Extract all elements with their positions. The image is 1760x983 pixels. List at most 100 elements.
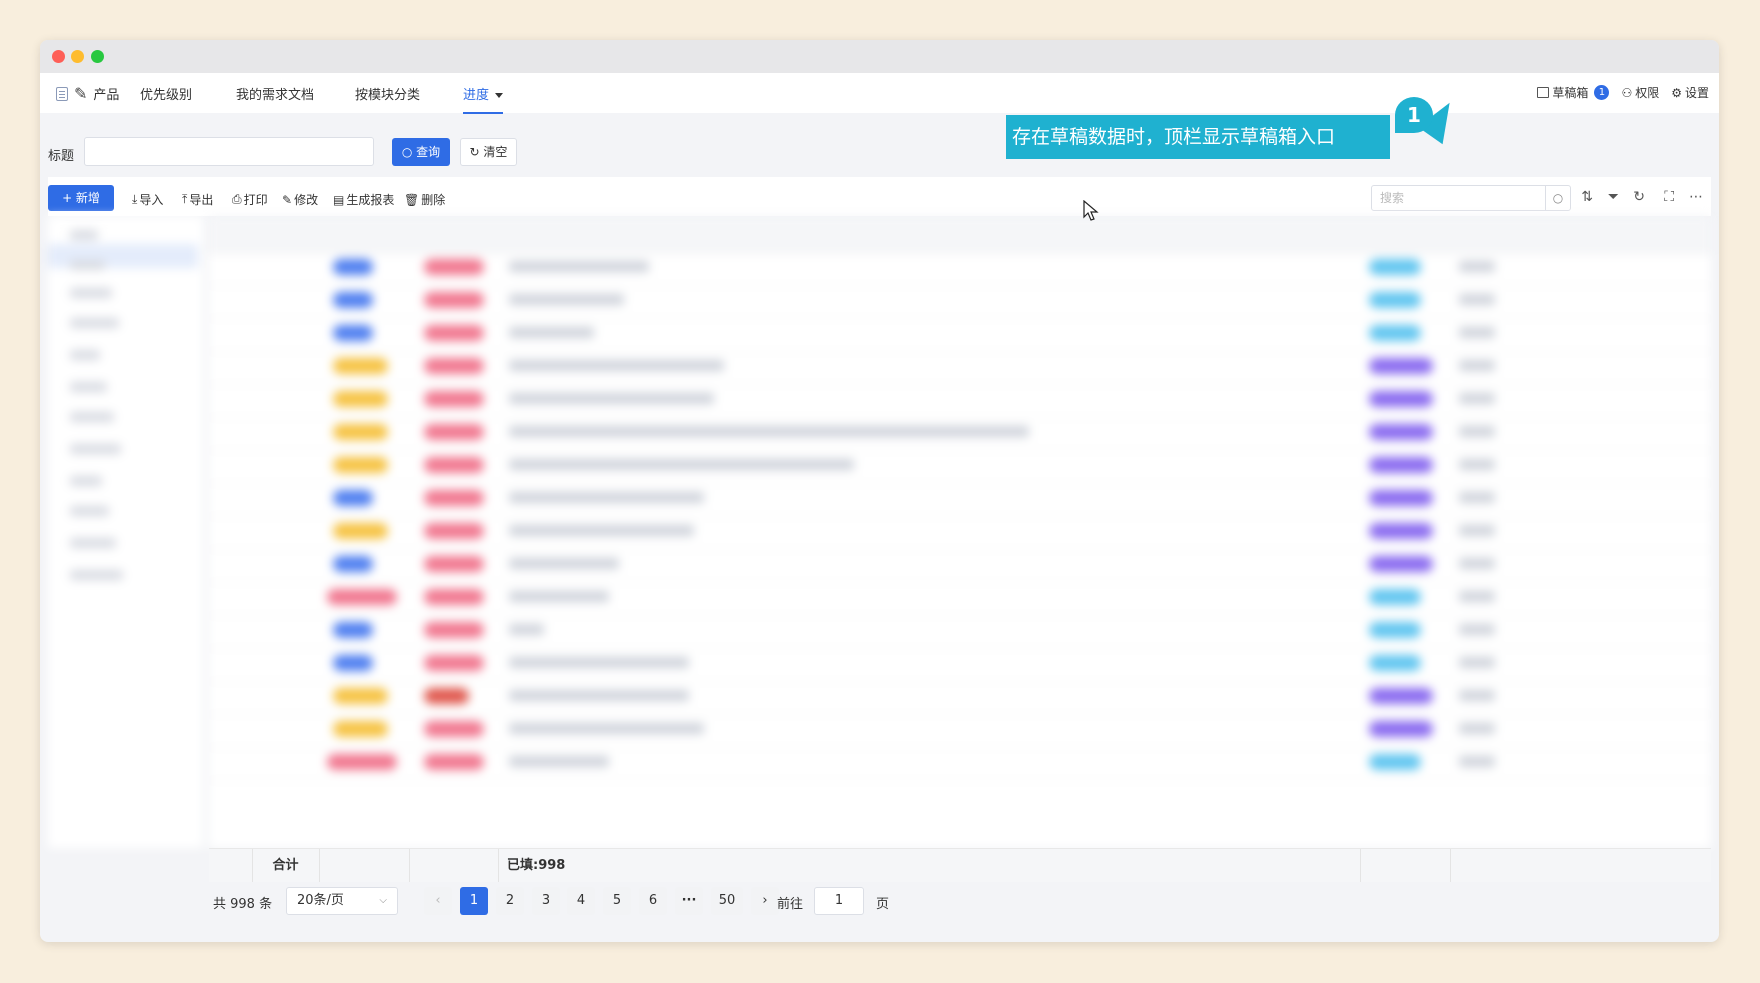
- close-window-button[interactable]: [52, 50, 65, 63]
- progress-pill: [1369, 556, 1433, 572]
- permissions-link[interactable]: ⚇ 权限: [1621, 84, 1659, 101]
- status-pill: [333, 655, 373, 671]
- sidebar-item[interactable]: [70, 444, 121, 454]
- page-3[interactable]: 3: [532, 887, 560, 915]
- row-title: [509, 591, 609, 602]
- tab-priority[interactable]: 优先级别: [140, 84, 192, 103]
- totals-cell: [1361, 849, 1451, 882]
- more-icon[interactable]: ⋯: [1689, 189, 1703, 205]
- row-value: [1459, 426, 1495, 437]
- priority-pill: [424, 325, 484, 341]
- trash-icon: 🗑: [404, 192, 420, 207]
- tab-my-docs[interactable]: 我的需求文档: [236, 84, 314, 103]
- search-placeholder: 搜索: [1380, 191, 1405, 205]
- minimize-window-button[interactable]: [71, 50, 84, 63]
- download-icon: ⤓: [132, 192, 138, 206]
- row-title: [509, 261, 649, 272]
- filter-icon[interactable]: ⏷: [1608, 189, 1619, 205]
- fullscreen-icon[interactable]: ⛶: [1664, 189, 1674, 205]
- priority-pill: [424, 754, 484, 770]
- search-icon[interactable]: ○: [1545, 186, 1570, 210]
- clear-button[interactable]: ↻ 清空: [460, 138, 517, 166]
- sidebar-item[interactable]: [70, 412, 114, 422]
- progress-pill: [1369, 358, 1433, 374]
- drafts-entry[interactable]: 草稿箱 1: [1537, 84, 1610, 101]
- page-50[interactable]: 50: [711, 887, 743, 915]
- column-width-icon[interactable]: ⇅: [1581, 189, 1593, 205]
- brand-label: 产品: [93, 88, 120, 103]
- page-5[interactable]: 5: [603, 887, 631, 915]
- sidebar-item[interactable]: [70, 260, 105, 270]
- category-sidebar: [48, 216, 203, 848]
- row-value: [1459, 558, 1495, 569]
- row-title: [509, 624, 544, 635]
- sidebar-item[interactable]: [70, 288, 112, 298]
- row-value: [1459, 261, 1495, 272]
- upload-icon: ⤒: [182, 192, 188, 206]
- sidebar-item[interactable]: [70, 570, 123, 580]
- next-page-button[interactable]: ›: [751, 887, 779, 915]
- status-pill: [333, 523, 388, 539]
- report-button[interactable]: ▤ 生成报表: [333, 191, 394, 208]
- refresh-icon[interactable]: ↻: [1633, 189, 1645, 205]
- delete-label: 删除: [421, 193, 446, 207]
- sidebar-item[interactable]: [70, 230, 98, 240]
- add-button[interactable]: + 新增: [48, 185, 114, 211]
- page-6[interactable]: 6: [639, 887, 667, 915]
- row-title: [509, 690, 689, 701]
- data-table: [209, 216, 1711, 848]
- sidebar-item[interactable]: [70, 382, 107, 392]
- row-value: [1459, 690, 1495, 701]
- goto-page-input[interactable]: 1: [814, 887, 864, 915]
- tab-by-module[interactable]: 按模块分类: [355, 84, 420, 103]
- progress-pill: [1369, 655, 1421, 671]
- progress-pill: [1369, 622, 1421, 638]
- export-button[interactable]: ⤒ 导出: [182, 191, 213, 208]
- user-key-icon: ⚇: [1621, 85, 1633, 100]
- page-size-select[interactable]: 20条/页 ⌵: [286, 887, 398, 915]
- edit-button[interactable]: ✎ 修改: [282, 191, 318, 208]
- priority-pill: [424, 688, 469, 704]
- brand[interactable]: ✎ 产品: [56, 84, 119, 103]
- table-row[interactable]: [209, 743, 1711, 781]
- status-pill: [333, 556, 373, 572]
- status-pill: [333, 622, 373, 638]
- totals-cell: [209, 849, 253, 882]
- progress-pill: [1369, 259, 1421, 275]
- import-button[interactable]: ⤓ 导入: [132, 191, 163, 208]
- status-pill: [327, 754, 397, 770]
- page-ellipsis[interactable]: ···: [675, 887, 703, 915]
- sidebar-item[interactable]: [70, 538, 116, 548]
- priority-pill: [424, 721, 484, 737]
- sidebar-item[interactable]: [70, 506, 109, 516]
- top-right-actions: 草稿箱 1 ⚇ 权限 ⚙ 设置: [1537, 84, 1709, 101]
- query-button[interactable]: ○ 查询: [392, 138, 450, 166]
- table-toolbar: + 新增 ⤓ 导入 ⤒ 导出 ⎙ 打印 ✎ 修改 ▤ 生成报表 🗑 删除 搜索 ○ ⇅ ⏷ …: [48, 177, 1711, 216]
- sidebar-item[interactable]: [70, 350, 100, 360]
- goto-label: 前往: [777, 897, 804, 912]
- prev-page-button[interactable]: ‹: [424, 887, 452, 915]
- maximize-window-button[interactable]: [91, 50, 104, 63]
- settings-link[interactable]: ⚙ 设置: [1671, 84, 1709, 101]
- sidebar-item[interactable]: [70, 318, 119, 328]
- row-value: [1459, 723, 1495, 734]
- priority-pill: [424, 391, 484, 407]
- page-1[interactable]: 1: [460, 887, 488, 915]
- row-title: [509, 525, 694, 536]
- page-4[interactable]: 4: [567, 887, 595, 915]
- progress-pill: [1369, 754, 1421, 770]
- row-title: [509, 723, 704, 734]
- tab-progress[interactable]: 进度: [463, 84, 504, 114]
- gear-icon: ⚙: [1671, 85, 1682, 100]
- status-pill: [333, 688, 388, 704]
- sidebar-item[interactable]: [70, 476, 102, 486]
- title-filter-input[interactable]: [84, 137, 374, 166]
- progress-pill: [1369, 523, 1433, 539]
- print-button[interactable]: ⎙ 打印: [232, 191, 268, 208]
- status-pill: [333, 457, 388, 473]
- page-2[interactable]: 2: [496, 887, 524, 915]
- delete-button[interactable]: 🗑 删除: [404, 191, 445, 208]
- priority-pill: [424, 589, 484, 605]
- table-search-input[interactable]: 搜索 ○: [1371, 185, 1571, 211]
- priority-pill: [424, 523, 484, 539]
